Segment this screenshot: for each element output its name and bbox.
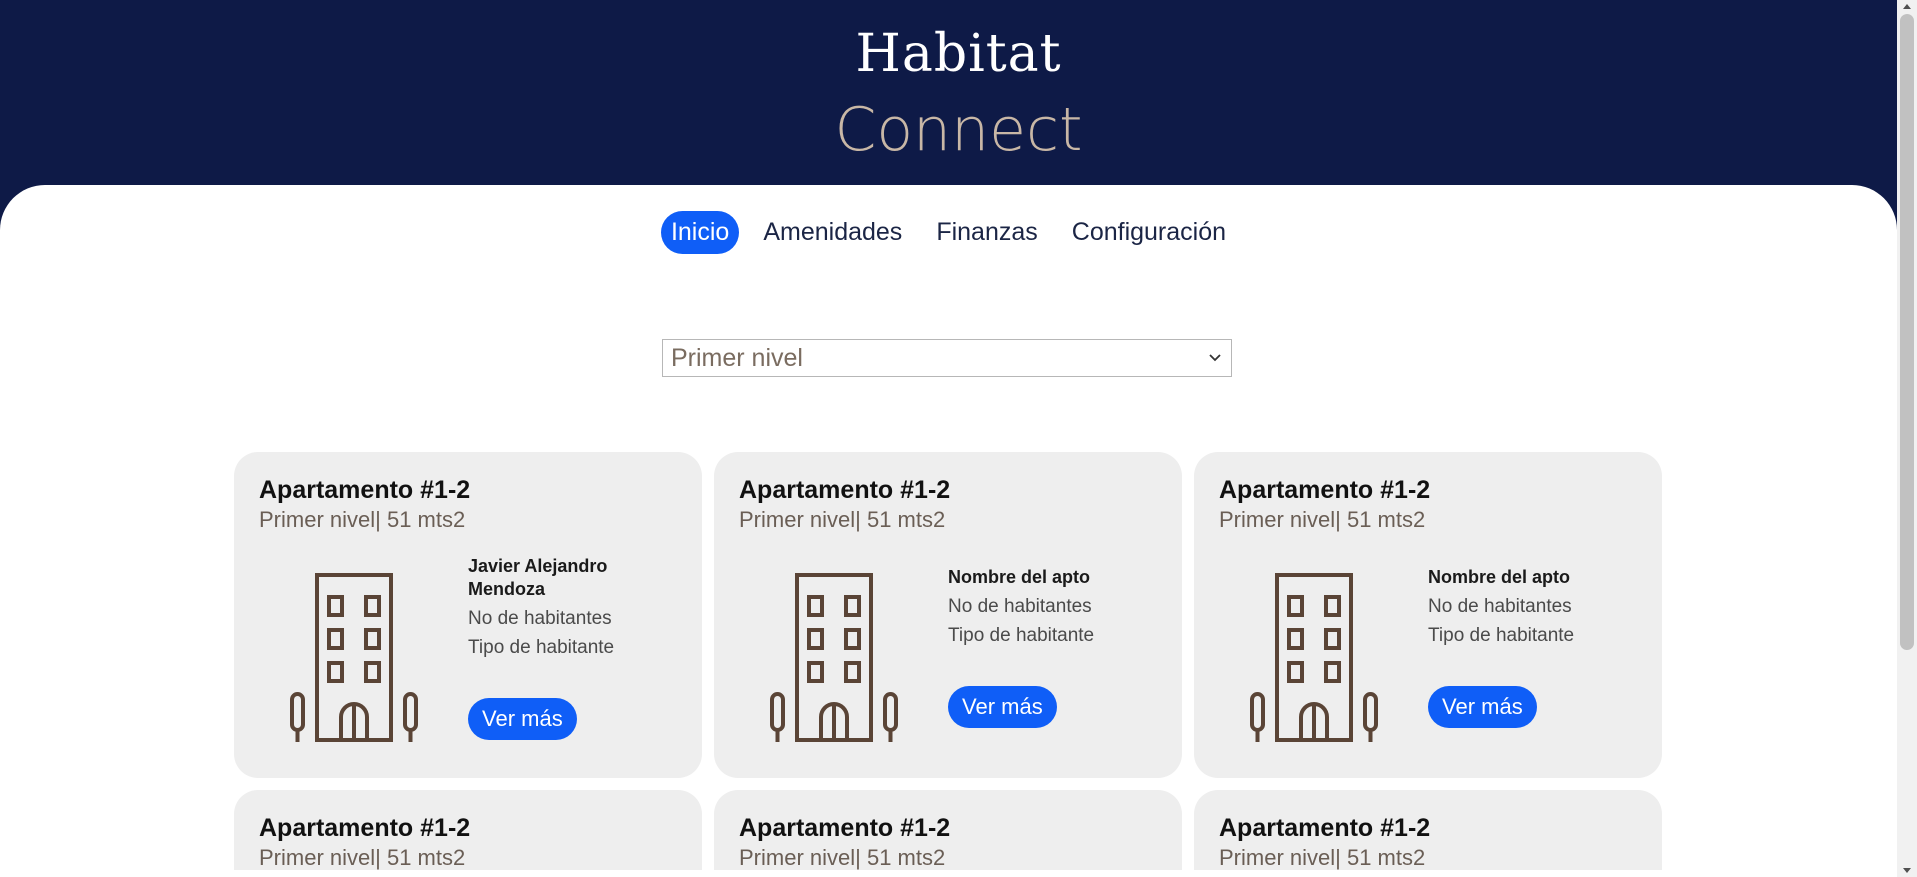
level-select-value: Primer nivel xyxy=(671,343,803,372)
app-header: Habitat Connect xyxy=(0,0,1917,190)
ver-mas-button[interactable]: Ver más xyxy=(468,698,577,740)
resident-type: Tipo de habitante xyxy=(468,637,615,658)
resident-count: No de habitantes xyxy=(1428,596,1572,617)
card-title: Apartamento #1-2 xyxy=(1219,476,1431,504)
apartment-card: Apartamento #1-2 Primer nivel| 51 mts2 N… xyxy=(714,452,1182,778)
resident-type: Tipo de habitante xyxy=(948,625,1095,646)
brand-subtitle: Connect xyxy=(834,95,1083,165)
ver-mas-button[interactable]: Ver más xyxy=(948,686,1057,728)
nav-item-configuracion[interactable]: Configuración xyxy=(1062,211,1236,254)
building-icon xyxy=(770,573,898,742)
apartment-card: Apartamento #1-2 Primer nivel| 51 mts2 N… xyxy=(1194,452,1662,778)
brand-title: Habitat xyxy=(855,24,1062,84)
card-subtitle: Primer nivel| 51 mts2 xyxy=(1219,507,1426,532)
apartment-name: Nombre del apto xyxy=(1428,567,1571,587)
card-title: Apartamento #1-2 xyxy=(259,814,471,842)
scroll-up-icon[interactable] xyxy=(1903,4,1911,9)
card-subtitle: Primer nivel| 51 mts2 xyxy=(739,845,946,870)
building-icon xyxy=(1250,573,1378,742)
resident-count: No de habitantes xyxy=(948,596,1092,617)
scroll-thumb[interactable] xyxy=(1900,14,1914,650)
page-scrollbar[interactable] xyxy=(1897,0,1917,877)
card-info: Nombre del apto No de habitantes Tipo de… xyxy=(1428,566,1628,647)
card-info: Nombre del apto No de habitantes Tipo de… xyxy=(948,566,1148,647)
card-title: Apartamento #1-2 xyxy=(1219,814,1431,842)
nav-item-finanzas[interactable]: Finanzas xyxy=(926,211,1047,254)
building-icon xyxy=(290,573,418,742)
scroll-down-icon[interactable] xyxy=(1903,868,1911,873)
card-subtitle: Primer nivel| 51 mts2 xyxy=(259,845,466,870)
chevron-down-icon xyxy=(1207,350,1223,366)
main-content: Inicio Amenidades Finanzas Configuración… xyxy=(0,185,1897,877)
ver-mas-button[interactable]: Ver más xyxy=(1428,686,1537,728)
apartment-grid: Apartamento #1-2 Primer nivel| 51 mts2 J… xyxy=(234,452,1662,870)
apartment-card: Apartamento #1-2 Primer nivel| 51 mts2 J… xyxy=(234,452,702,778)
apartment-card: Apartamento #1-2 Primer nivel| 51 mts2 xyxy=(234,790,702,870)
card-info: Javier Alejandro Mendoza No de habitante… xyxy=(468,555,668,659)
nav-item-amenidades[interactable]: Amenidades xyxy=(753,211,912,254)
apartment-card: Apartamento #1-2 Primer nivel| 51 mts2 xyxy=(1194,790,1662,870)
resident-type: Tipo de habitante xyxy=(1428,625,1575,646)
apartment-name: Nombre del apto xyxy=(948,567,1091,587)
level-select[interactable]: Primer nivel xyxy=(662,339,1232,377)
resident-count: No de habitantes xyxy=(468,608,612,629)
card-subtitle: Primer nivel| 51 mts2 xyxy=(1219,845,1426,870)
nav-item-inicio[interactable]: Inicio xyxy=(660,211,740,254)
card-title: Apartamento #1-2 xyxy=(259,476,471,504)
apartment-card: Apartamento #1-2 Primer nivel| 51 mts2 xyxy=(714,790,1182,870)
card-subtitle: Primer nivel| 51 mts2 xyxy=(259,507,466,532)
main-nav: Inicio Amenidades Finanzas Configuración xyxy=(0,211,1897,254)
card-title: Apartamento #1-2 xyxy=(739,814,951,842)
resident-name: Javier Alejandro Mendoza xyxy=(468,556,608,599)
card-subtitle: Primer nivel| 51 mts2 xyxy=(739,507,946,532)
card-title: Apartamento #1-2 xyxy=(739,476,951,504)
